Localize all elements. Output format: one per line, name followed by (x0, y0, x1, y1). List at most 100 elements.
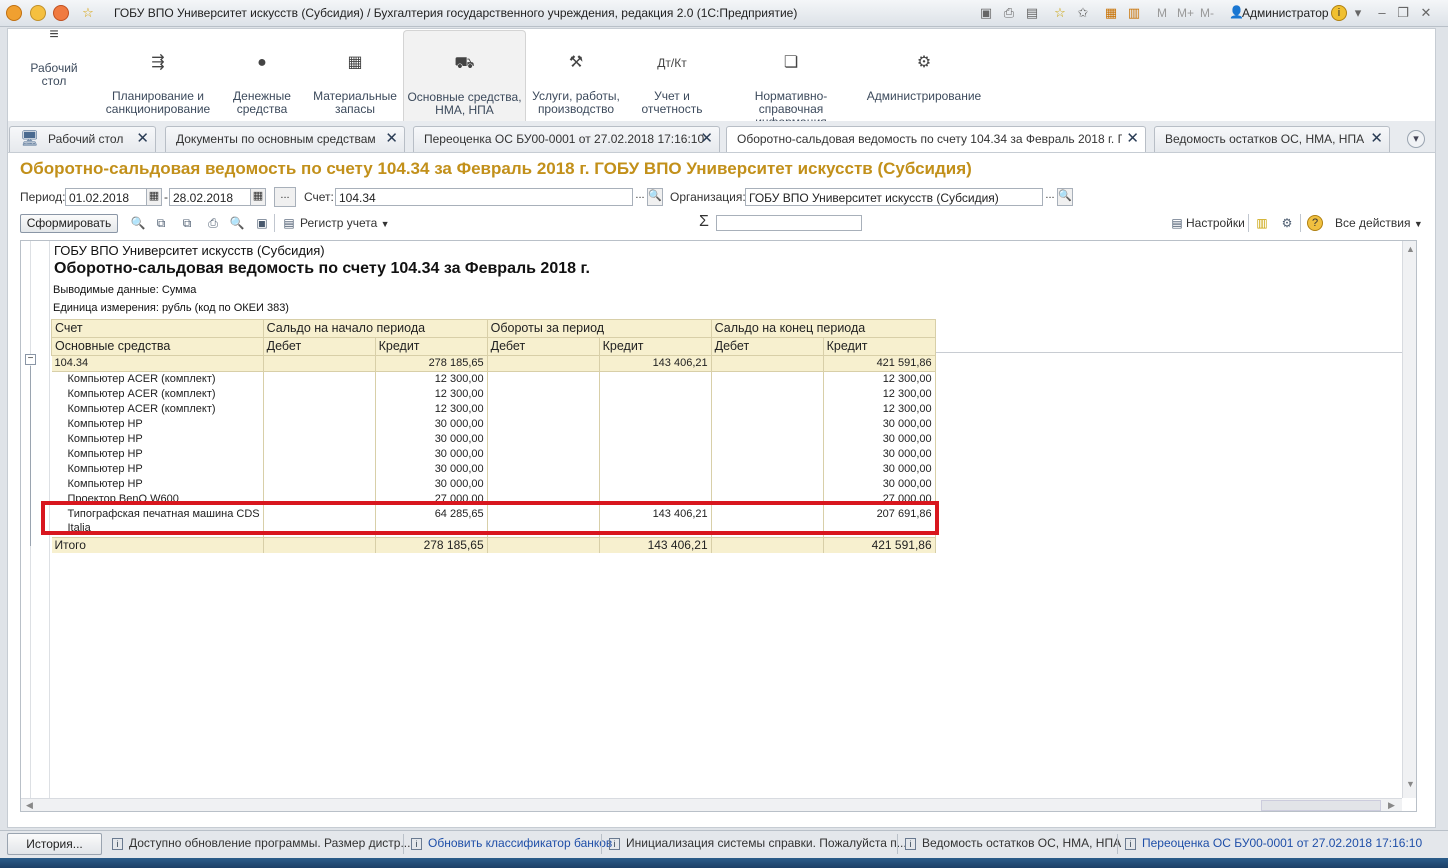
table-row[interactable]: Компьютер ACER (комплект) 12 300,00 12 300… (51, 371, 936, 387)
variant-settings-icon[interactable]: ⚙ (1279, 215, 1295, 231)
all-actions-label: Все действия (1335, 216, 1411, 230)
total-row[interactable]: Итого 278 185,65 143 406,21 421 591,86 (51, 536, 936, 553)
generate-button[interactable]: Сформировать (20, 214, 118, 233)
favorites-add-icon[interactable]: ☆ (1052, 5, 1068, 21)
notification-item[interactable]: i Ведомость остатков ОС, НМА, НПА (905, 836, 1121, 850)
sum-field[interactable] (716, 215, 862, 231)
all-actions-dropdown[interactable]: Все действия ▼ (1335, 216, 1423, 230)
toolbar-divider (1248, 214, 1249, 232)
date-to-field[interactable]: 28.02.2018 (169, 188, 251, 206)
close-icon[interactable]: ✕ (1370, 131, 1383, 146)
save-icon[interactable]: ▣ (254, 215, 270, 231)
scroll-left-icon[interactable]: ◀ (26, 800, 33, 811)
memory-subtract-button[interactable]: M- (1200, 6, 1214, 20)
tab-asset-balance[interactable]: Ведомость остатков ОС, НМА, НПА ✕ (1154, 126, 1390, 152)
tools-icon: ⚒ (568, 54, 584, 71)
info-icon: i (609, 838, 620, 850)
organization-select-button[interactable]: ... (1042, 188, 1058, 206)
table-row[interactable]: Компьютер HP 30 000,00 30 000,00 (51, 432, 936, 447)
date-from-field[interactable]: 01.02.2018 (65, 188, 147, 206)
account-select-button[interactable]: ... (632, 188, 648, 206)
scroll-right-icon[interactable]: ▶ (1388, 800, 1395, 811)
group-name: 104.34 (51, 355, 264, 372)
close-icon[interactable]: ✕ (700, 131, 713, 146)
cell (487, 371, 600, 387)
calendar-icon[interactable]: ▦ (146, 188, 162, 206)
organization-field[interactable]: ГОБУ ВПО Университет искусств (Субсидия) (745, 188, 1043, 206)
memory-add-button[interactable]: M+ (1177, 6, 1194, 20)
section-services[interactable]: ⚒ Услуги, работы, производство (530, 28, 622, 121)
notification-item[interactable]: i Обновить классификатор банков (411, 836, 612, 850)
save-icon[interactable]: ▣ (978, 5, 994, 21)
section-materials[interactable]: ▦ Материальные запасы (310, 28, 400, 121)
section-accounting[interactable]: Дт/Кт Учет и отчетность (634, 28, 710, 121)
section-planning[interactable]: ⇶ Планирование и санкционирование (103, 28, 213, 121)
print-icon[interactable]: ⎙ (1001, 5, 1017, 21)
section-money[interactable]: ● Денежные средства (224, 28, 300, 121)
cell (711, 402, 824, 417)
section-label: Услуги, работы, производство (532, 89, 620, 116)
notification-item[interactable]: i Переоценка ОС БУ00-0001 от 27.02.2018 1… (1125, 836, 1422, 850)
section-desktop[interactable]: ≡ Рабочий стол (20, 0, 88, 93)
cell: 30 000,00 (823, 477, 936, 492)
cell (263, 432, 376, 447)
chevron-down-icon[interactable]: ▾ (1350, 5, 1366, 21)
table-row[interactable]: Компьютер HP 30 000,00 30 000,00 (51, 477, 936, 492)
scroll-down-icon[interactable]: ▼ (1406, 779, 1415, 789)
restore-icon[interactable]: ❐ (1395, 5, 1411, 21)
table-row[interactable]: Компьютер HP 30 000,00 30 000,00 (51, 447, 936, 462)
register-dropdown[interactable]: Регистр учета ▼ (300, 216, 390, 230)
search-icon[interactable]: 🔍 (130, 215, 146, 231)
tab-turnover-balance-sheet[interactable]: Оборотно-сальдовая ведомость по счету 10… (726, 126, 1146, 153)
notification-item[interactable]: i Доступно обновление программы. Размер д… (112, 836, 410, 850)
notification-item[interactable]: i Инициализация системы справки. Пожалуйс… (609, 836, 907, 850)
table-row[interactable]: Компьютер HP 30 000,00 30 000,00 (51, 462, 936, 477)
variant-save-icon[interactable]: ▥ (1254, 215, 1270, 231)
close-icon[interactable]: ✕ (1418, 5, 1434, 21)
table-row[interactable]: Компьютер HP 30 000,00 30 000,00 (51, 417, 936, 432)
help-icon[interactable]: ? (1307, 215, 1323, 231)
tab-revaluation[interactable]: Переоценка ОС БУ00-0001 от 27.02.2018 17… (413, 126, 720, 152)
calendar-icon[interactable]: ▦ (250, 188, 266, 206)
notification-text: Ведомость остатков ОС, НМА, НПА (922, 836, 1122, 850)
tab-documents-fixed-assets[interactable]: Документы по основным средствам ✕ (165, 126, 405, 152)
preview-icon[interactable]: 🔍 (229, 215, 245, 231)
print-icon[interactable]: ⎙ (205, 215, 221, 231)
asset-name: Компьютер ACER (комплект) (51, 402, 264, 417)
calendar-icon[interactable]: ▥ (1126, 5, 1142, 21)
calculator-icon[interactable]: ▦ (1103, 5, 1119, 21)
group-row[interactable]: 104.34 278 185,65 143 406,21 421 591,86 (51, 355, 936, 372)
section-admin[interactable]: ⚙ Администрирование (866, 28, 982, 121)
table-row[interactable]: Компьютер ACER (комплект) 12 300,00 12 300… (51, 387, 936, 402)
paste-icon[interactable]: ⧉ (179, 215, 195, 231)
copy-icon[interactable]: ⧉ (153, 215, 169, 231)
section-label: Материальные запасы (313, 89, 397, 116)
preview-icon[interactable]: ▤ (1024, 5, 1040, 21)
scroll-up-icon[interactable]: ▲ (1406, 244, 1415, 254)
collapse-group-icon[interactable]: − (25, 354, 36, 365)
vertical-scrollbar[interactable]: ▲ ▼ (1402, 241, 1416, 798)
period-label: Период: (20, 190, 66, 204)
cell (599, 402, 712, 417)
user-name[interactable]: Администратор (1242, 6, 1329, 20)
close-icon[interactable]: ✕ (1126, 131, 1139, 146)
close-icon[interactable]: ✕ (136, 131, 149, 146)
horizontal-scrollbar[interactable]: ◀ ▶ (21, 798, 1402, 811)
table-row[interactable]: Компьютер ACER (комплект) 12 300,00 12 300… (51, 402, 936, 417)
section-reference[interactable]: ❏ Нормативно-справочная информация (724, 28, 858, 129)
period-select-button[interactable]: ... (274, 187, 296, 207)
tab-desktop[interactable]: 🖥 Рабочий стол ✕ (9, 126, 156, 152)
history-button[interactable]: История... (7, 833, 102, 855)
tabs-menu-icon[interactable]: ▾ (1407, 130, 1425, 148)
memory-button[interactable]: M (1157, 6, 1167, 20)
info-icon[interactable]: i (1331, 5, 1347, 21)
section-fixed-assets[interactable]: ⛟ Основные средства, НМА, НПА (403, 30, 526, 121)
search-icon[interactable]: 🔍 (647, 188, 663, 206)
minimize-icon[interactable]: – (1374, 5, 1390, 21)
settings-button[interactable]: Настройки (1186, 216, 1245, 230)
favorites-icon[interactable]: ✩ (1075, 5, 1091, 21)
account-field[interactable]: 104.34 (335, 188, 633, 206)
search-icon[interactable]: 🔍 (1057, 188, 1073, 206)
close-icon[interactable]: ✕ (385, 131, 398, 146)
scroll-thumb[interactable] (1261, 800, 1381, 811)
